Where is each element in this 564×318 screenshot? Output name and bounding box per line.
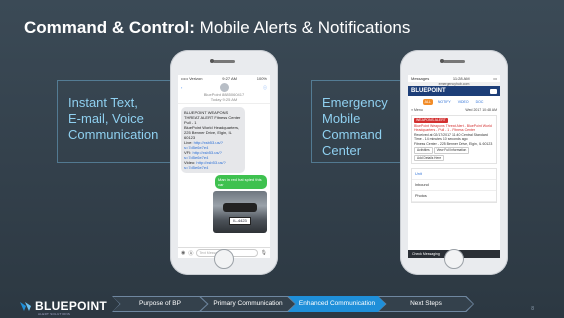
- phone-speaker: [443, 60, 465, 63]
- conversation-header: ‹ BluePoint 8885060417 ⓘ Today 9:25 AM: [178, 83, 270, 104]
- activities-button[interactable]: Activities: [414, 147, 433, 154]
- alert-tag: WEAPONS ALERT: [414, 118, 448, 123]
- breadcrumb-label: Next Steps: [410, 300, 442, 307]
- tab-video[interactable]: VIDEO: [456, 99, 471, 105]
- avatar: [219, 83, 229, 92]
- brand-logo: BLUEPOINT: [411, 88, 446, 94]
- logo-text: BLUEPOINT: [35, 299, 108, 313]
- battery: ▭: [493, 76, 497, 81]
- phone-speaker: [213, 60, 235, 63]
- alert-timestamp: Wed 2017 10:48 AM: [465, 108, 497, 112]
- breadcrumb-label: Purpose of BP: [139, 300, 181, 307]
- slide-title-rest: Mobile Alerts & Notifications: [194, 18, 411, 37]
- car-photo[interactable]: IL-4423: [213, 191, 267, 233]
- command-center-screen: Messages 11:28 AM ▭ emergencyhub.com BLU…: [408, 75, 500, 258]
- home-button[interactable]: [444, 249, 464, 269]
- license-plate: IL-4423: [229, 217, 251, 225]
- status-app: Messages: [411, 76, 430, 81]
- breadcrumb-primary[interactable]: Primary Communication: [200, 296, 296, 312]
- alert-title[interactable]: BluePoint Weapons Threat Alert - BluePoi…: [414, 124, 494, 133]
- callout-line: Center: [322, 143, 362, 158]
- alert-location: Fitness Center - 225 Benner Drive, Elgin…: [414, 141, 493, 146]
- list-item-photos[interactable]: Photos: [412, 191, 496, 202]
- slide-title: Command & Control: Mobile Alerts & Notif…: [24, 18, 410, 38]
- breadcrumb-purpose[interactable]: Purpose of BP: [112, 296, 208, 312]
- mic-icon[interactable]: 🎙: [261, 250, 267, 256]
- status-bar: ••••• Verizon 9:27 AM 100%: [178, 75, 270, 82]
- breadcrumb-enhanced[interactable]: Enhanced Communication: [288, 296, 386, 312]
- hamburger-icon[interactable]: [490, 88, 497, 94]
- status-bar: Messages 11:28 AM ▭: [408, 75, 500, 82]
- menu-button[interactable]: ≡ Menu: [411, 108, 423, 112]
- status-time: 9:27 AM: [222, 76, 237, 81]
- app-header: BLUEPOINT: [408, 86, 500, 96]
- callout-instant-communication: Instant Text, E-mail, Voice Communicatio…: [57, 80, 175, 163]
- breadcrumb-label: Primary Communication: [213, 300, 283, 307]
- status-time: 11:28 AM: [452, 76, 470, 81]
- sms-screen: ••••• Verizon 9:27 AM 100% ‹ BluePoint 8…: [178, 75, 270, 258]
- alert-body: Received at 02/17/2017 11:40 Central Sta…: [414, 132, 488, 142]
- callout-line: E-mail, Voice: [68, 111, 144, 126]
- camera-icon[interactable]: ◉: [181, 250, 185, 256]
- home-button[interactable]: [214, 249, 234, 269]
- list-item-inbound[interactable]: Inbound: [412, 180, 496, 191]
- back-icon[interactable]: ‹: [181, 85, 182, 90]
- alert-message: BLUEPOINT WEAPONS THREAT ALERT Fitness C…: [181, 107, 245, 173]
- add-details-button[interactable]: Add Details Here: [414, 154, 445, 161]
- footer: BLUEPOINT ALERT SOLUTIONS Purpose of BP …: [0, 296, 564, 318]
- callout-line: Command: [322, 127, 382, 142]
- list-item-unit[interactable]: Unit: [412, 169, 496, 180]
- alert-meta: ≡ Menu Wed 2017 10:48 AM: [408, 108, 500, 112]
- camera-icon: [440, 59, 444, 63]
- breadcrumb-next-steps[interactable]: Next Steps: [378, 296, 474, 312]
- logo-subtitle: ALERT SOLUTIONS: [38, 312, 71, 316]
- phone-command-center: Messages 11:28 AM ▭ emergencyhub.com BLU…: [400, 50, 508, 275]
- phone-sms: ••••• Verizon 9:27 AM 100% ‹ BluePoint 8…: [170, 50, 278, 275]
- carrier: ••••• Verizon: [181, 76, 203, 81]
- info-icon[interactable]: ⓘ: [263, 85, 267, 91]
- battery: 100%: [256, 76, 267, 81]
- alert-card: WEAPONS ALERT BluePoint Weapons Threat A…: [411, 115, 497, 164]
- view-full-button[interactable]: View Full Information: [433, 147, 470, 154]
- callout-line: Instant Text,: [68, 95, 138, 110]
- apps-icon[interactable]: Ⓐ: [188, 250, 193, 257]
- tab-bar: ALL NOTIFY VIDEO DOC: [408, 99, 500, 105]
- tab-notify[interactable]: NOTIFY: [436, 99, 453, 105]
- slide-title-bold: Command & Control:: [24, 18, 195, 37]
- page-number: 8: [531, 306, 534, 312]
- tab-all[interactable]: ALL: [422, 99, 433, 105]
- bluepoint-logo: BLUEPOINT ALERT SOLUTIONS: [20, 299, 108, 316]
- tab-doc[interactable]: DOC: [474, 99, 486, 105]
- reply-message: Man in red hat spied this car: [215, 175, 267, 189]
- message-date: Today 9:25 AM: [210, 97, 238, 102]
- callout-line: Emergency: [322, 95, 388, 110]
- car-grille: [223, 203, 257, 212]
- camera-icon: [210, 59, 214, 63]
- bluepoint-logo-icon: [20, 301, 31, 311]
- callout-emergency-command-center: Emergency Mobile Command Center: [311, 80, 411, 163]
- section-list: Unit Inbound Photos: [411, 168, 497, 203]
- callout-line: Communication: [68, 127, 159, 142]
- callout-line: Mobile: [322, 111, 361, 126]
- breadcrumb-label: Enhanced Communication: [298, 300, 376, 307]
